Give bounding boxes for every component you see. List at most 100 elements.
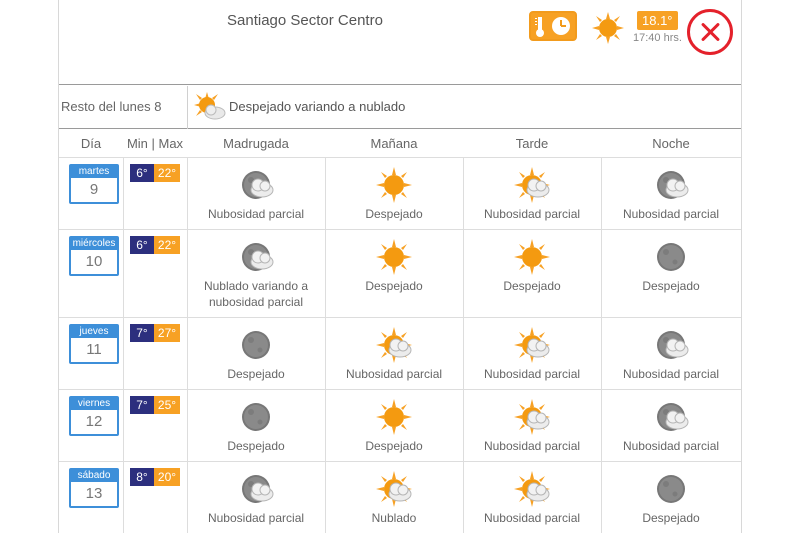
forecast-cell: Despejado: [325, 390, 463, 454]
condition-text: Despejado: [227, 367, 285, 381]
forecast-cell: Nubosidad parcial: [601, 390, 741, 454]
weekday-label: martes: [71, 166, 117, 178]
forecast-cell: Nubosidad parcial: [601, 158, 741, 222]
forecast-cell: Despejado: [463, 230, 601, 294]
condition-text: Nubosidad parcial: [483, 511, 581, 525]
weekday-label: viernes: [71, 398, 117, 410]
moon-cloud-icon: [601, 390, 741, 438]
sun-icon: [463, 230, 601, 278]
max-temperature: 27°: [154, 324, 180, 342]
close-button[interactable]: [687, 9, 733, 55]
sun-icon: [325, 158, 463, 206]
column-header-tarde: Tarde: [515, 136, 549, 151]
max-temperature: 22°: [154, 236, 180, 254]
condition-text: Nublado variando a nubosidad parcial: [203, 279, 309, 309]
forecast-cell: Nubosidad parcial: [463, 318, 601, 382]
min-temperature: 6°: [130, 236, 154, 254]
column-header-noche: Noche: [652, 136, 690, 151]
max-temperature: 25°: [154, 396, 180, 414]
condition-text: Nubosidad parcial: [483, 367, 581, 381]
moon-icon: [187, 318, 325, 366]
column-divider: [123, 390, 124, 462]
day-number: 11: [86, 341, 102, 358]
forecast-cell: Despejado: [601, 462, 741, 526]
min-temperature: 8°: [130, 468, 154, 486]
column-divider: [123, 318, 124, 390]
calendar-icon: jueves 11: [69, 324, 119, 364]
condition-text: Despejado: [503, 279, 561, 293]
moon-cloud-icon: [601, 158, 741, 206]
forecast-cell: Nubosidad parcial: [463, 462, 601, 526]
condition-text: Nubosidad parcial: [345, 367, 443, 381]
calendar-icon: viernes 12: [69, 396, 119, 436]
weekday-label: jueves: [71, 326, 117, 338]
condition-text: Nubosidad parcial: [622, 367, 720, 381]
forecast-cell: Nublado variando a nubosidad parcial: [187, 230, 325, 310]
condition-text: Despejado: [365, 207, 423, 221]
table-header: Día Min | Max Madrugada Mañana Tarde Noc…: [59, 130, 741, 158]
calendar-icon: martes 9: [69, 164, 119, 204]
moon-icon: [601, 462, 741, 510]
condition-text: Nubosidad parcial: [622, 439, 720, 453]
sun-cloud-icon: [325, 318, 463, 366]
min-max-badge: 7° 27°: [130, 324, 180, 342]
condition-text: Despejado: [642, 511, 700, 525]
condition-text: Nubosidad parcial: [483, 207, 581, 221]
column-divider: [123, 230, 124, 318]
forecast-table: Día Min | Max Madrugada Mañana Tarde Noc…: [59, 130, 741, 533]
thermometer-clock-icon: [529, 11, 577, 41]
forecast-row: martes 9 6° 22° Nubosidad parcial Despejado Nu…: [59, 158, 741, 230]
sun-cloud-icon: [463, 462, 601, 510]
location-title: Santiago Sector Centro: [227, 12, 383, 29]
min-temperature: 7°: [130, 396, 154, 414]
forecast-row: sábado 13 8° 20° Nubosidad parcial Nublado Nub…: [59, 462, 741, 533]
update-time: 17:40 hrs.: [633, 32, 682, 44]
forecast-cell: Despejado: [187, 318, 325, 382]
column-divider: [123, 462, 124, 533]
forecast-cell: Nubosidad parcial: [325, 318, 463, 382]
sun-cloud-icon: [463, 318, 601, 366]
forecast-row: miércoles 10 6° 22° Nublado variando a nubos…: [59, 230, 741, 318]
sun-cloud-icon: [325, 462, 463, 510]
sun-icon: [591, 11, 625, 50]
header: Santiago Sector Centro 18.1° 17:40 hrs.: [59, 0, 741, 85]
forecast-cell: Nubosidad parcial: [187, 158, 325, 222]
forecast-cell: Despejado: [601, 230, 741, 294]
forecast-cell: Nubosidad parcial: [463, 390, 601, 454]
max-temperature: 20°: [154, 468, 180, 486]
min-max-badge: 6° 22°: [130, 164, 180, 182]
condition-text: Nubosidad parcial: [207, 511, 305, 525]
sun-cloud-icon: [463, 158, 601, 206]
condition-text: Nubosidad parcial: [622, 207, 720, 221]
column-header-day: Día: [80, 136, 102, 151]
calendar-icon: sábado 13: [69, 468, 119, 508]
forecast-cell: Despejado: [187, 390, 325, 454]
condition-text: Despejado: [642, 279, 700, 293]
condition-text: Despejado: [227, 439, 285, 453]
min-temperature: 6°: [130, 164, 154, 182]
sun-icon: [325, 230, 463, 278]
day-number: 13: [85, 485, 103, 502]
day-number: 12: [85, 413, 103, 430]
column-header-minmax: Min | Max: [126, 136, 184, 151]
weekday-label: sábado: [71, 470, 117, 482]
condition-text: Nubosidad parcial: [483, 439, 581, 453]
condition-text: Nublado: [371, 511, 417, 525]
moon-cloud-icon: [187, 462, 325, 510]
divider: [187, 86, 188, 129]
max-temperature: 22°: [154, 164, 180, 182]
sun-icon: [325, 390, 463, 438]
weekday-label: miércoles: [71, 238, 117, 250]
min-max-badge: 7° 25°: [130, 396, 180, 414]
day-number: 9: [89, 181, 99, 198]
moon-icon: [187, 390, 325, 438]
forecast-cell: Nublado: [325, 462, 463, 526]
forecast-panel: Santiago Sector Centro 18.1° 17:40 hrs. …: [58, 0, 742, 533]
rest-of-day-label: Resto del lunes 8: [61, 99, 162, 114]
moon-cloud-icon: [601, 318, 741, 366]
sun-cloud-icon: [193, 91, 227, 130]
condition-text: Nubosidad parcial: [207, 207, 305, 221]
condition-text: Despejado: [365, 279, 423, 293]
day-number: 10: [85, 253, 103, 270]
moon-icon: [601, 230, 741, 278]
